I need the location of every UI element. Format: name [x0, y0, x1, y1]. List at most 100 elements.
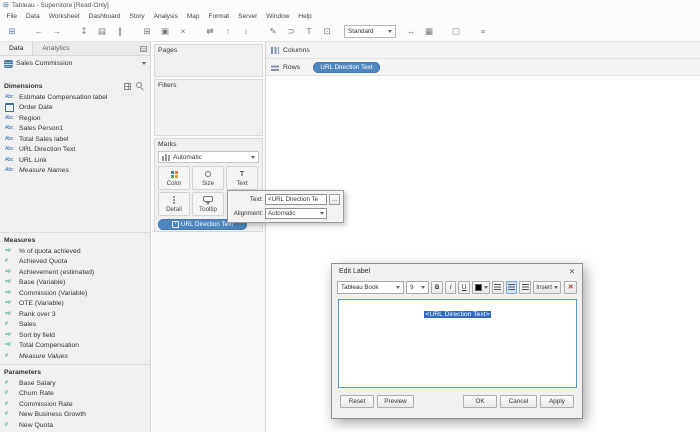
group-members-icon[interactable]: ⊃ [284, 27, 298, 36]
menu-item[interactable]: Help [294, 13, 316, 20]
share-icon[interactable]: ∝ [476, 27, 490, 36]
show-hide-cards-icon[interactable]: ▦ [422, 27, 436, 36]
menu-item[interactable]: Worksheet [44, 13, 84, 20]
align-right-button[interactable] [519, 280, 531, 294]
font-size-select[interactable]: 9 [406, 280, 430, 294]
underline-button[interactable]: U [458, 280, 470, 294]
italic-button[interactable]: I [444, 280, 457, 294]
pages-shelf[interactable]: Pages [154, 44, 263, 77]
duplicate-sheet-icon[interactable]: ▣ [158, 27, 172, 36]
font-color-button[interactable] [471, 280, 491, 294]
field-row[interactable]: # Measure Values [0, 351, 150, 362]
text-value-input[interactable]: <URL Direction Te [265, 194, 327, 205]
close-icon[interactable]: ✕ [569, 268, 575, 276]
rows-pill[interactable]: URL Direction Text [313, 61, 380, 73]
alignment-value: Automatic [268, 210, 296, 217]
field-row[interactable]: Abc URL Direction Text [0, 145, 150, 156]
sort-ascending-icon[interactable]: ↑ [221, 27, 235, 36]
highlight-icon[interactable]: ✎ [266, 27, 280, 36]
field-row[interactable]: Abc Estimate Compensation label [0, 92, 150, 103]
ok-button[interactable]: OK [463, 395, 497, 408]
mark-button[interactable]: Tooltip [192, 192, 224, 216]
menu-item[interactable]: Data [21, 13, 44, 20]
bold-button[interactable]: B [431, 280, 443, 294]
field-row[interactable]: =# Total Compensation [0, 341, 150, 352]
field-row[interactable]: =# Achievement (estimated) [0, 267, 150, 278]
align-left-icon [494, 284, 502, 290]
field-row[interactable]: # Churn Rate [0, 389, 150, 400]
field-row[interactable]: =# OTE (Variable) [0, 299, 150, 310]
field-label: Achievement (estimated) [19, 268, 95, 276]
cancel-button[interactable]: Cancel [500, 395, 537, 408]
sort-descending-icon[interactable]: ↓ [239, 27, 253, 36]
add-data-icon[interactable]: ▤ [95, 27, 109, 36]
field-row[interactable]: Abc Total Sales label [0, 134, 150, 145]
menu-item[interactable]: Story [125, 13, 149, 20]
insert-button[interactable]: Insert [532, 280, 562, 294]
field-row[interactable]: # Commission Rate [0, 399, 150, 410]
menu-item[interactable]: Map [182, 13, 204, 20]
fit-mode-select[interactable]: Standard [344, 25, 396, 38]
mark-button[interactable]: Text [226, 166, 258, 190]
field-row[interactable]: # New Quota [0, 420, 150, 431]
pause-updates-icon[interactable]: ∥ [113, 27, 127, 36]
columns-shelf[interactable]: Columns [266, 42, 700, 59]
fit-width-icon[interactable]: ↔ [404, 27, 418, 36]
menu-item[interactable]: Format [204, 13, 234, 20]
save-icon[interactable]: ↧ [77, 27, 91, 36]
filters-shelf[interactable]: Filters [154, 79, 263, 136]
rows-shelf[interactable]: Rows URL Direction Text [266, 59, 700, 76]
field-row[interactable]: =# Sort by field [0, 330, 150, 341]
group-by-folder-icon[interactable] [124, 82, 131, 90]
undo-icon[interactable]: ← [32, 27, 46, 36]
font-family-select[interactable]: Tableau Book [337, 280, 405, 294]
swap-axes-icon[interactable]: ⇄ [203, 27, 217, 36]
menu-item[interactable]: Server [234, 13, 262, 20]
pane-tab[interactable]: Data [0, 42, 34, 55]
tableau-logo-icon[interactable]: ⊞ [5, 27, 19, 36]
menu-item[interactable]: File [2, 13, 21, 20]
menu-item[interactable]: Window [262, 13, 294, 20]
field-row[interactable]: =# % of quota achieved [0, 246, 150, 257]
alignment-select[interactable]: Automatic [265, 208, 327, 219]
align-center-button[interactable] [505, 280, 518, 294]
presentation-mode-icon[interactable]: ▢ [449, 27, 463, 36]
edit-text-button[interactable]: ... [329, 194, 340, 205]
mark-button[interactable]: Size [192, 166, 224, 190]
apply-button[interactable]: Apply [540, 395, 574, 408]
preview-button[interactable]: Preview [377, 395, 414, 408]
field-row[interactable]: Abc Region [0, 113, 150, 124]
label-text-editor[interactable]: <URL Direction Text> [338, 299, 577, 388]
pane-menu-icon[interactable] [140, 46, 147, 52]
field-row[interactable]: # Sales [0, 320, 150, 331]
reset-button[interactable]: Reset [340, 395, 374, 408]
field-row[interactable]: =# Base (Variable) [0, 278, 150, 289]
mark-button[interactable]: Color [158, 166, 190, 190]
mark-type-select[interactable]: Automatic [158, 151, 259, 163]
menu-item[interactable]: Dashboard [84, 13, 125, 20]
clear-formatting-button[interactable]: ✕ [564, 280, 577, 294]
tableau-logo-icon: ⊞ [3, 2, 9, 9]
fix-axes-icon[interactable]: ⊡ [320, 27, 334, 36]
mark-button[interactable]: Detail [158, 192, 190, 216]
redo-icon[interactable]: → [50, 27, 64, 36]
field-row[interactable]: # New Business Growth [0, 410, 150, 421]
field-row[interactable]: =# Commission (Variable) [0, 288, 150, 299]
find-field-icon[interactable] [135, 82, 144, 91]
field-row[interactable]: =# Rank over 3 [0, 309, 150, 320]
menu-item[interactable]: Analysis [149, 13, 182, 20]
field-row[interactable]: # Achieved Quota [0, 257, 150, 268]
text-label: Text: [249, 196, 263, 203]
show-mark-labels-icon[interactable]: T [302, 27, 316, 36]
new-worksheet-icon[interactable]: ⊞ [140, 27, 154, 36]
detail-icon [173, 196, 175, 198]
pane-tab[interactable]: Analytics [33, 42, 78, 55]
clear-sheet-icon[interactable]: × [176, 27, 190, 36]
align-left-button[interactable] [492, 280, 504, 294]
field-row[interactable]: Abc Measure Names [0, 166, 150, 177]
field-row[interactable]: # Base Salary [0, 378, 150, 389]
field-row[interactable]: Abc URL Link [0, 155, 150, 166]
field-row[interactable]: Abc Sales Person1 [0, 124, 150, 135]
field-row[interactable]: Order Date [0, 103, 150, 114]
datasource-item[interactable]: Sales Commission [0, 56, 150, 71]
